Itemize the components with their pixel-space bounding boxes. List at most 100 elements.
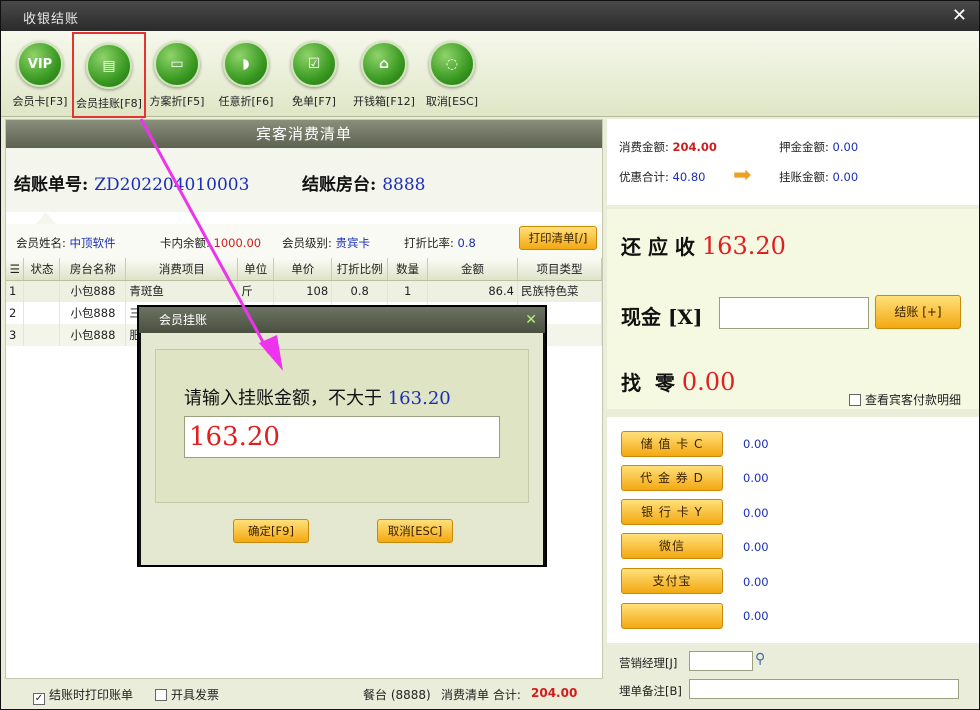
change: 找 零 0.00 — [621, 367, 735, 396]
row-room: 小包888 — [59, 324, 127, 346]
cancel-toolbar-button[interactable]: ◌ 取消[ESC] — [416, 37, 488, 115]
payment-methods: 储 值 卡 C 0.00 代 金 券 D 0.00 银 行 卡 Y 0.00 微… — [607, 417, 979, 643]
settle-button[interactable]: 结账 [+] — [875, 295, 961, 329]
invoice-option[interactable]: 开具发票 — [155, 686, 219, 703]
col-header-index: ☰ — [6, 258, 25, 281]
cash-drawer-button[interactable]: ⌂ 开钱箱[F12] — [348, 37, 420, 115]
dialog-cancel-button[interactable]: 取消[ESC] — [377, 519, 453, 543]
cancel-icon: ◌ — [429, 41, 475, 87]
vip-card-button[interactable]: VIP 会员卡[F3] — [4, 37, 76, 115]
close-icon[interactable]: ✕ — [952, 5, 967, 26]
col-header-discount: 打折比例 — [331, 258, 389, 281]
change-label: 找 零 — [621, 371, 675, 395]
confirm-button[interactable]: 确定[F9] — [233, 519, 309, 543]
arrow-right-icon: ➡ — [733, 163, 752, 188]
wechat-pay-amount: 0.00 — [743, 540, 769, 554]
view-payment-detail-label: 查看宾客付款明细 — [865, 393, 962, 407]
print-list-button[interactable]: 打印清单[/] — [519, 226, 597, 250]
left-bottom-bar: ✓ 结账时打印账单 开具发票 餐台 (8888) 消费清单 合计: 204.00 — [5, 679, 603, 707]
summary-label: 消费清单 合计: — [441, 688, 521, 702]
credit-amount-value: 0.00 — [832, 170, 859, 184]
credit-amount-label: 挂账金额: — [779, 170, 829, 184]
title-bar: 收银结账 ✕ — [1, 1, 979, 31]
bank-card-amount: 0.00 — [743, 506, 769, 520]
deposit-amount-label: 押金金额: — [779, 140, 829, 154]
dialog-close-icon[interactable]: ✕ — [525, 307, 537, 333]
col-header-qty: 数量 — [387, 258, 429, 281]
member-info-row: 会员姓名: 中顶软件 卡内余额: 1000.00 会员级别: 贵宾卡 打折比率:… — [6, 224, 602, 258]
view-payment-detail-checkbox[interactable] — [849, 394, 861, 406]
plan-discount-label: 方案折[F5] — [149, 95, 205, 108]
vip-card-icon: VIP — [17, 41, 63, 87]
extra-payment-button[interactable] — [621, 603, 723, 629]
print-on-checkout-checkbox[interactable]: ✓ — [33, 693, 45, 705]
col-header-room: 房台名称 — [59, 258, 127, 281]
credit-amount: 挂账金额: 0.00 — [779, 169, 858, 185]
consume-amount-label: 消费金额: — [619, 140, 669, 154]
right-footer: 营销经理[J] ⚲ 埋单备注[B] — [607, 645, 979, 709]
amount-summary: 消费金额: 204.00 押金金额: 0.00 优惠合计: 40.80 ➡ 挂账… — [607, 119, 979, 205]
member-name: 会员姓名: 中顶软件 — [16, 235, 116, 251]
search-icon[interactable]: ⚲ — [755, 651, 765, 667]
amount-due-label: 还 应 收 — [621, 235, 695, 259]
consumption-list-header: 宾客消费清单 — [6, 120, 602, 148]
member-credit-button[interactable]: ▤ 会员挂账[F8] — [72, 32, 146, 118]
bill-number-value: ZD202204010003 — [94, 175, 250, 195]
member-level: 会员级别: 贵宾卡 — [282, 235, 370, 251]
consume-amount: 消费金额: 204.00 — [619, 139, 717, 155]
card-balance: 卡内余额: 1000.00 — [160, 235, 261, 251]
row-status — [23, 302, 61, 324]
wechat-pay-button[interactable]: 微信 — [621, 533, 723, 559]
manager-input[interactable] — [689, 651, 753, 671]
col-header-amount: 金额 — [427, 258, 518, 281]
discount-rate: 打折比率: 0.8 — [404, 235, 476, 251]
cash-drawer-icon: ⌂ — [361, 41, 407, 87]
dialog-title: 会员挂账 — [139, 307, 545, 333]
dialog-body: 请输入挂账金额，不大于 163.20 163.20 确定[F9] 取消[ESC] — [141, 333, 543, 565]
print-on-checkout-option[interactable]: ✓ 结账时打印账单 — [33, 686, 133, 705]
any-discount-label: 任意折[F6] — [218, 95, 274, 108]
change-value: 0.00 — [681, 368, 736, 396]
view-payment-detail-option[interactable]: 查看宾客付款明细 — [849, 391, 961, 408]
plan-discount-icon: ▭ — [154, 41, 200, 87]
free-order-icon: ☑ — [291, 41, 337, 87]
credit-amount-input[interactable]: 163.20 — [184, 416, 500, 458]
stored-value-card-amount: 0.00 — [743, 437, 769, 451]
free-order-button[interactable]: ☑ 免单[F7] — [278, 37, 350, 115]
bill-info: 结账单号: ZD202204010003 结账房台: 8888 — [6, 148, 602, 212]
cash-input[interactable] — [719, 297, 869, 329]
bank-card-button[interactable]: 银 行 卡 Y — [621, 499, 723, 525]
deposit-amount: 押金金额: 0.00 — [779, 139, 858, 155]
row-amount: 86.4 — [427, 280, 518, 302]
document-credit-icon: ▤ — [86, 43, 132, 89]
stored-value-card-button[interactable]: 储 值 卡 C — [621, 431, 723, 457]
remark-input[interactable] — [689, 679, 959, 699]
bill-number-label: 结账单号: — [14, 175, 89, 195]
info-notch — [36, 212, 56, 224]
col-header-item: 消费项目 — [125, 258, 239, 281]
discount-total-label: 优惠合计: — [619, 170, 669, 184]
credit-prompt-text: 请输入挂账金额，不大于 — [184, 388, 382, 409]
window-title: 收银结账 — [23, 12, 80, 27]
member-name-value: 中顶软件 — [69, 236, 116, 250]
alipay-button[interactable]: 支付宝 — [621, 568, 723, 594]
consume-amount-value: 204.00 — [672, 140, 717, 154]
summary-total: 204.00 — [531, 686, 578, 700]
cancel-toolbar-label: 取消[ESC] — [425, 95, 479, 108]
any-discount-button[interactable]: ◗ 任意折[F6] — [210, 37, 282, 115]
table-row[interactable]: 1 小包888 青斑鱼 斤 108 0.8 1 86.4 民族特色菜 — [6, 280, 603, 302]
row-price: 108 — [273, 280, 333, 302]
dialog-input-area: 请输入挂账金额，不大于 163.20 163.20 — [155, 349, 529, 503]
alipay-amount: 0.00 — [743, 575, 769, 589]
member-name-label: 会员姓名: — [16, 236, 66, 250]
plan-discount-button[interactable]: ▭ 方案折[F5] — [141, 37, 213, 115]
checkout-room-value: 8888 — [382, 175, 426, 195]
row-item: 青斑鱼 — [125, 280, 239, 302]
voucher-button[interactable]: 代 金 券 D — [621, 465, 723, 491]
invoice-checkbox[interactable] — [155, 689, 167, 701]
row-type: 民族特色菜 — [517, 280, 603, 302]
amount-due: 还 应 收 163.20 — [621, 231, 786, 260]
row-qty: 1 — [387, 280, 429, 302]
row-status — [23, 280, 61, 302]
member-credit-dialog: 会员挂账 ✕ 请输入挂账金额，不大于 163.20 163.20 确定[F9] … — [137, 305, 547, 567]
